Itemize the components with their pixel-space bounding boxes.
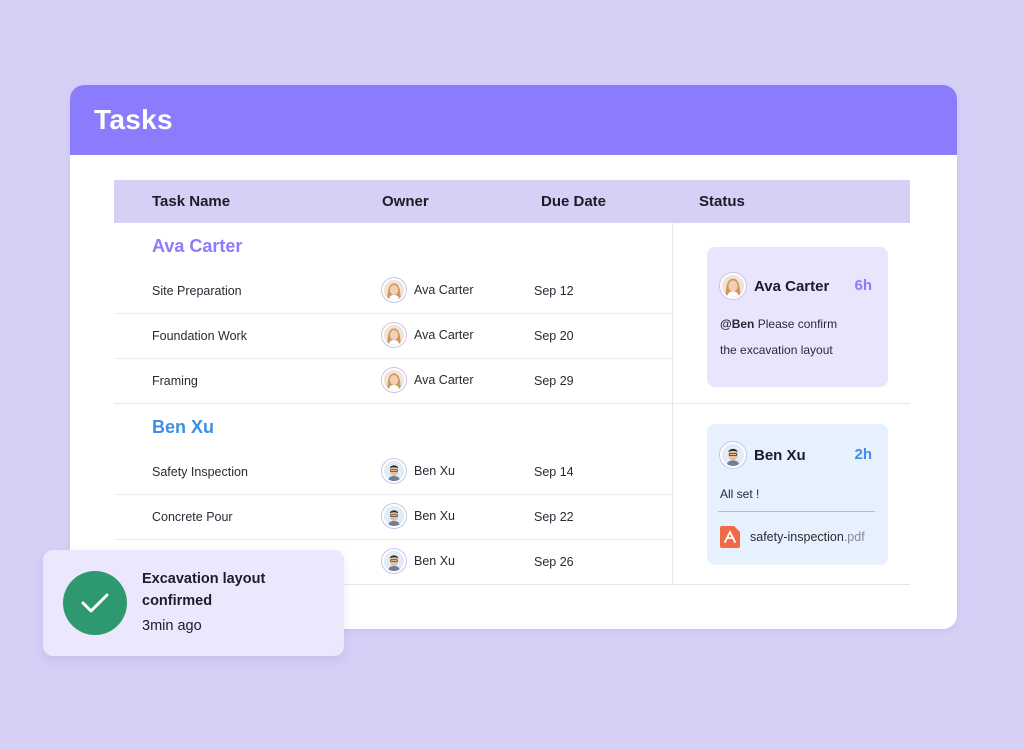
comment-card[interactable]: Ben Xu 2h All set ! safety-inspection .pd… — [707, 424, 888, 565]
table-row[interactable]: Concrete Pour Ben Xu Sep 22 — [114, 494, 672, 539]
comment-card[interactable]: Ava Carter 6h @Ben Please confirm the ex… — [707, 247, 888, 387]
owner-cell[interactable]: Ben Xu — [382, 504, 455, 528]
attachment-name: safety-inspection — [750, 530, 844, 544]
task-name[interactable]: Concrete Pour — [152, 510, 233, 524]
notification-toast[interactable]: Excavation layout confirmed 3min ago — [43, 550, 344, 656]
avatar — [382, 323, 406, 347]
owner-name: Ava Carter — [414, 373, 474, 387]
column-header-status[interactable]: Status — [699, 193, 745, 210]
comment-time: 6h — [854, 277, 872, 294]
column-header-owner[interactable]: Owner — [382, 193, 429, 210]
owner-cell[interactable]: Ben Xu — [382, 549, 455, 573]
due-date: Sep 22 — [534, 510, 574, 524]
avatar — [382, 368, 406, 392]
tasks-panel: Tasks Task Name Owner Due Date Status Av… — [70, 85, 957, 629]
owner-name: Ava Carter — [414, 328, 474, 342]
avatar — [720, 442, 746, 468]
comment-text: All set ! — [720, 487, 760, 501]
owner-name: Ava Carter — [414, 283, 474, 297]
due-date: Sep 20 — [534, 329, 574, 343]
comment-author: Ava Carter — [720, 273, 829, 299]
owner-name: Ben Xu — [414, 464, 456, 478]
attachment-extension: .pdf — [843, 530, 865, 544]
avatar — [382, 504, 406, 528]
column-header-task-name[interactable]: Task Name — [152, 193, 230, 210]
attachment[interactable]: safety-inspection .pdf — [720, 526, 865, 548]
comment-author-name: Ava Carter — [754, 277, 830, 295]
owner-cell[interactable]: Ava Carter — [382, 323, 474, 347]
column-header-due-date[interactable]: Due Date — [541, 193, 606, 210]
due-date: Sep 26 — [534, 555, 574, 569]
panel-header: Tasks — [70, 85, 957, 155]
table-row[interactable]: Safety Inspection Ben Xu Sep 14 — [114, 450, 672, 494]
owner-cell[interactable]: Ava Carter — [382, 278, 474, 302]
due-date: Sep 12 — [534, 284, 574, 298]
toast-title: Excavation layout confirmed — [142, 571, 266, 609]
task-name[interactable]: Site Preparation — [152, 284, 242, 298]
success-badge — [63, 571, 127, 635]
comment-text: @Ben Please confirm the excavation layou… — [720, 311, 837, 363]
owner-cell[interactable]: Ava Carter — [382, 368, 474, 392]
divider — [718, 511, 875, 512]
table-header: Task Name Owner Due Date Status — [114, 180, 910, 223]
checkmark-icon — [81, 593, 109, 613]
avatar — [382, 278, 406, 302]
owner-cell[interactable]: Ben Xu — [382, 459, 455, 483]
due-date: Sep 14 — [534, 465, 574, 479]
owner-name: Ben Xu — [414, 554, 456, 568]
task-name[interactable]: Safety Inspection — [152, 465, 248, 479]
comment-line-1: Please confirm — [757, 317, 838, 331]
owner-name: Ben Xu — [414, 509, 456, 523]
group-name[interactable]: Ben Xu — [114, 404, 672, 450]
pdf-icon — [720, 526, 740, 548]
table-row[interactable]: Framing Ava Carter Sep 29 — [114, 358, 672, 403]
table-row[interactable]: Site Preparation Ava Carter Sep 12 — [114, 269, 672, 313]
task-name[interactable]: Framing — [152, 374, 198, 388]
comment-author-name: Ben Xu — [754, 446, 806, 464]
table-row[interactable]: Foundation Work Ava Carter Sep 20 — [114, 313, 672, 358]
toast-time: 3min ago — [142, 618, 202, 634]
task-group-ava-carter: Ava Carter Site Preparation Ava Carter S… — [114, 223, 910, 404]
comment-time: 2h — [854, 446, 872, 463]
mention[interactable]: @Ben — [720, 317, 754, 331]
group-rows: Ava Carter Site Preparation Ava Carter S… — [114, 223, 673, 403]
due-date: Sep 29 — [534, 374, 574, 388]
page-title: Tasks — [94, 104, 173, 135]
avatar — [382, 549, 406, 573]
group-name[interactable]: Ava Carter — [114, 223, 672, 269]
tasks-table: Task Name Owner Due Date Status Ava Cart… — [114, 180, 910, 585]
avatar — [720, 273, 746, 299]
avatar — [382, 459, 406, 483]
comment-line-2: the excavation layout — [720, 343, 833, 357]
task-name[interactable]: Foundation Work — [152, 329, 247, 343]
comment-author: Ben Xu — [720, 442, 806, 468]
